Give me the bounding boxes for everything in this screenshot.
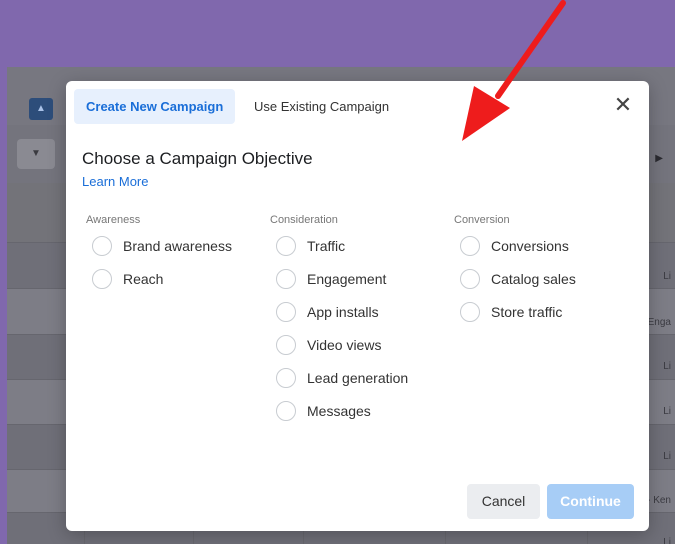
- arrow-shaft: [495, 0, 566, 99]
- annotation-arrow-icon: [462, 0, 566, 141]
